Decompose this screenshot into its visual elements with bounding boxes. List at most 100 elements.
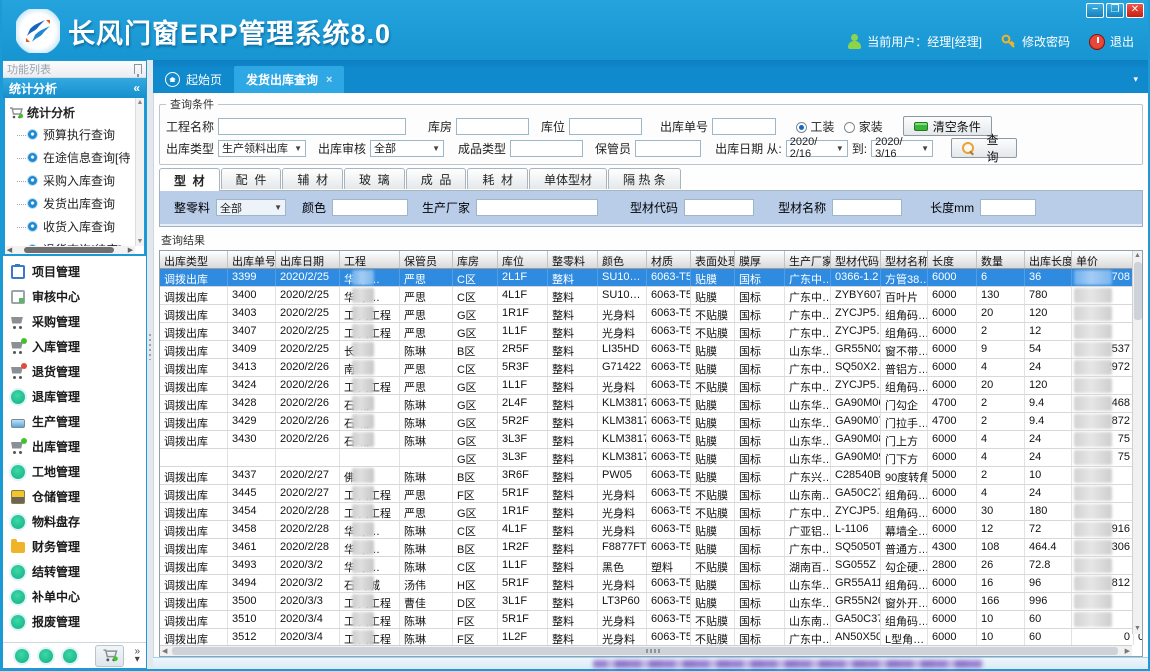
sidebar-item-物料盘存[interactable]: 物料盘存 [3, 509, 146, 534]
table-row[interactable]: G区3L3F整料KLM38176063-T5贴膜国标山东华…GA90M09.门下… [160, 449, 1142, 467]
column-header-整零料[interactable]: 整零料 [548, 251, 598, 268]
table-row[interactable]: 调拨出库34282020/2/26石 城陈琳G区2L4F整料KLM3817606… [160, 395, 1142, 413]
warehouse-input[interactable] [456, 118, 529, 135]
dot-icon[interactable] [63, 649, 77, 663]
column-header-出库日期[interactable]: 出库日期 [276, 251, 340, 268]
column-header-库位[interactable]: 库位 [498, 251, 548, 268]
column-header-出库长度[interactable]: 出库长度 [1025, 251, 1072, 268]
maker-input[interactable] [476, 199, 598, 216]
scrollbar-thumb[interactable] [24, 247, 114, 253]
search-button[interactable]: 查 询 [951, 138, 1017, 158]
table-row[interactable]: 调拨出库34292020/2/26石 城陈琳G区5R2F整料KLM3817606… [160, 413, 1142, 431]
table-row[interactable]: 调拨出库34582020/2/28华 原…陈琳C区4L1F整料光身料6063-T… [160, 521, 1142, 539]
date-from-picker[interactable]: 2020/ 2/16▼ [786, 140, 848, 157]
sidebar-item-仓储管理[interactable]: 仓储管理 [3, 484, 146, 509]
column-header-出库类型[interactable]: 出库类型 [160, 251, 228, 268]
material-tab-配件[interactable]: 配 件 [221, 168, 282, 189]
scroll-left-icon[interactable]: ◀ [162, 647, 167, 655]
table-row[interactable]: 调拨出库34092020/2/25长 …陈琳B区2R5F整料LI35HD6063… [160, 341, 1142, 359]
grid-vertical-scrollbar[interactable]: ▲ ▼ [1132, 251, 1142, 634]
close-button[interactable]: ✕ [1126, 3, 1144, 18]
sidebar-item-退货管理[interactable]: 退货管理 [3, 359, 146, 384]
maximize-button[interactable]: ❐ [1106, 3, 1124, 18]
material-tab-辅材[interactable]: 辅 材 [282, 168, 343, 189]
audit-select[interactable]: 全部▼ [370, 140, 444, 157]
logout-button[interactable]: 退出 [1089, 33, 1134, 50]
table-row[interactable]: 调拨出库34942020/3/2石 辉城汤伟H区5R1F整料光身料6063-T5… [160, 575, 1142, 593]
material-tab-隔热条[interactable]: 隔 热 条 [608, 168, 681, 189]
column-header-膜厚[interactable]: 膜厚 [735, 251, 785, 268]
sidebar-item-报废管理[interactable]: 报废管理 [3, 609, 146, 634]
table-row[interactable]: 调拨出库34072020/2/25工 共工程严思G区1L1F整料光身料6063-… [160, 323, 1142, 341]
dot-icon[interactable] [15, 649, 29, 663]
sidebar-item-审核中心[interactable]: 审核中心 [3, 284, 146, 309]
tree-item-发货出库查询[interactable]: 发货出库查询 [9, 192, 144, 215]
sidebar-item-生产管理[interactable]: 生产管理 [3, 409, 146, 434]
tree-item-收货入库查询[interactable]: 收货入库查询 [9, 215, 144, 238]
code-input[interactable] [684, 199, 754, 216]
column-header-单价[interactable]: 单价 [1072, 251, 1134, 268]
table-row[interactable]: 调拨出库34542020/2/28工 共工程严思G区1R1F整料光身料6063-… [160, 503, 1142, 521]
column-header-工程[interactable]: 工程 [340, 251, 400, 268]
column-header-长度[interactable]: 长度 [928, 251, 977, 268]
table-row[interactable]: 调拨出库35122020/3/4工 共工程陈琳F区1L2F整料光身料6063-T… [160, 629, 1142, 645]
tab-起始页[interactable]: 起始页 [153, 66, 234, 93]
table-row[interactable]: 调拨出库33992020/2/25华 原…严思C区2L1F整料SU10…6063… [160, 269, 1142, 287]
table-row[interactable]: 调拨出库34032020/2/25工 共工程严思G区1R1F整料光身料6063-… [160, 305, 1142, 323]
zero-select[interactable]: 全部▼ [216, 199, 286, 216]
tab-overflow-icon[interactable]: ▾ [1133, 74, 1138, 85]
project-name-input[interactable] [218, 118, 406, 135]
material-tab-耗材[interactable]: 耗 材 [467, 168, 528, 189]
material-tab-玻璃[interactable]: 玻 璃 [344, 168, 405, 189]
table-row[interactable]: 调拨出库34242020/2/26工 共工程严思G区1L1F整料光身料6063-… [160, 377, 1142, 395]
table-row[interactable]: 调拨出库35002020/3/3工 共工程曹佳D区3L1F整料LT3P60606… [160, 593, 1142, 611]
sidebar-item-出库管理[interactable]: 出库管理 [3, 434, 146, 459]
tab-发货出库查询[interactable]: 发货出库查询× [234, 66, 344, 93]
pin-icon[interactable] [134, 64, 142, 74]
sidebar-item-财务管理[interactable]: 财务管理 [3, 534, 146, 559]
out-type-select[interactable]: 生产领料出库▼ [218, 140, 306, 157]
scrollbar-thumb[interactable] [172, 647, 1118, 655]
dot-icon[interactable] [39, 649, 53, 663]
table-row[interactable]: 调拨出库34932020/3/2华 原…陈琳C区1L1F整料黑色塑料不贴膜国标湖… [160, 557, 1142, 575]
column-header-型材名称[interactable]: 型材名称 [881, 251, 928, 268]
table-row[interactable]: 调拨出库34452020/2/27工 共工程严思F区5R1F整料光身料6063-… [160, 485, 1142, 503]
sidebar-item-项目管理[interactable]: 项目管理 [3, 259, 146, 284]
scrollbar-thumb[interactable] [1134, 262, 1142, 320]
radio-jiazhuang[interactable]: 家装 [844, 118, 882, 135]
scroll-right-icon[interactable]: ▶ [126, 246, 135, 254]
column-header-生产厂家[interactable]: 生产厂家 [785, 251, 831, 268]
section-header-stats[interactable]: 统计分析 « [3, 78, 146, 98]
tree-root-stats[interactable]: 统计分析 [9, 102, 144, 123]
name-input[interactable] [832, 199, 902, 216]
table-row[interactable]: 调拨出库35102020/3/4工 共工程陈琳F区5R1F整料光身料6063-T… [160, 611, 1142, 629]
sidebar-item-采购管理[interactable]: 采购管理 [3, 309, 146, 334]
column-header-数量[interactable]: 数量 [977, 251, 1025, 268]
sidebar-overflow-button[interactable]: » ▾ [134, 648, 140, 664]
tree-horizontal-scrollbar[interactable]: ◀ ▶ [5, 246, 135, 254]
change-password-button[interactable]: 修改密码 [1001, 33, 1070, 50]
column-header-库房[interactable]: 库房 [453, 251, 498, 268]
column-header-颜色[interactable]: 颜色 [598, 251, 647, 268]
date-to-picker[interactable]: 2020/ 3/16▼ [871, 140, 933, 157]
sidebar-item-补单中心[interactable]: 补单中心 [3, 584, 146, 609]
color-input[interactable] [332, 199, 408, 216]
order-no-input[interactable] [712, 118, 776, 135]
column-header-表面处理[interactable]: 表面处理 [691, 251, 735, 268]
tree-vertical-scrollbar[interactable]: ▲ ▼ [135, 98, 144, 246]
column-header-出库单号[interactable]: 出库单号 [228, 251, 276, 268]
length-input[interactable] [980, 199, 1036, 216]
material-tab-成品[interactable]: 成 品 [406, 168, 467, 189]
tree-item-在途信息查询[待[interactable]: 在途信息查询[待 [9, 146, 144, 169]
table-row[interactable]: 调拨出库34002020/2/25华 原…严思C区4L1F整料SU10…6063… [160, 287, 1142, 305]
table-row[interactable]: 调拨出库34612020/2/28华 原…陈琳B区1R2F整料F8877FT60… [160, 539, 1142, 557]
column-header-材质[interactable]: 材质 [647, 251, 691, 268]
sidebar-splitter[interactable] [147, 60, 153, 669]
sidebar-item-结转管理[interactable]: 结转管理 [3, 559, 146, 584]
material-tab-型材[interactable]: 型 材 [159, 168, 220, 191]
radio-gongzhuang[interactable]: 工装 [796, 118, 834, 135]
tree-item-采购入库查询[interactable]: 采购入库查询 [9, 169, 144, 192]
tree-item-预算执行查询[interactable]: 预算执行查询 [9, 123, 144, 146]
location-input[interactable] [569, 118, 642, 135]
table-row[interactable]: 调拨出库34132020/2/26南 …严思C区5R3F整料G714226063… [160, 359, 1142, 377]
